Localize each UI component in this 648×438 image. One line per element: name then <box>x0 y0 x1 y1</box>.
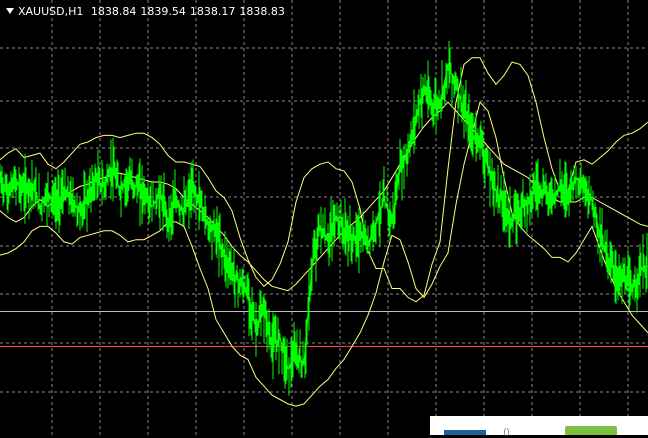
horizontal-lines <box>0 311 648 347</box>
symbol-timeframe: XAUUSD,H1 <box>18 5 84 18</box>
watermark-logo-blue <box>444 430 486 435</box>
watermark-logo-mark: ⟨⟩ <box>503 428 511 438</box>
price-chart[interactable] <box>0 0 648 435</box>
price-line <box>0 64 648 370</box>
ohlc-high: 1839.54 <box>140 5 186 18</box>
chart-header: XAUUSD,H1 1838.84 1839.54 1838.17 1838.83 <box>6 5 289 18</box>
chart-window[interactable]: XAUUSD,H1 1838.84 1839.54 1838.17 1838.83 ⟨… <box>0 0 648 438</box>
ohlc-close: 1838.83 <box>239 5 285 18</box>
ohlc-low: 1838.17 <box>189 5 236 18</box>
ohlc-open: 1838.84 <box>90 5 137 18</box>
dropdown-triangle-icon[interactable] <box>6 8 14 14</box>
chart-grid <box>0 0 648 435</box>
watermark-logo-green <box>565 426 617 435</box>
